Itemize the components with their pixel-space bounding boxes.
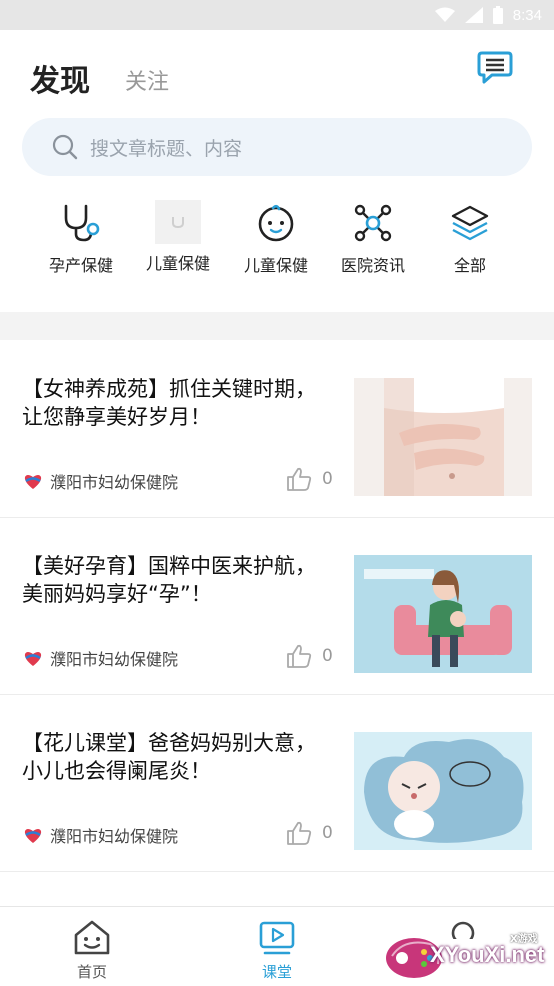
category-label: 孕产保健 (48, 256, 113, 275)
source-name: 濮阳市妇幼保健院 (50, 473, 179, 492)
article-title: 【美好孕育】国粹中医来护航，美丽妈妈享好“孕”！ (22, 554, 316, 606)
article-source: 濮阳市妇幼保健院 (22, 646, 178, 670)
placeholder-image-icon (172, 217, 184, 229)
article-item[interactable]: 【花儿课堂】爸爸妈妈别大意，小儿也会得阑尾炎！ 濮阳市妇幼保健院 0 (0, 695, 554, 872)
category-label: 儿童保健 (243, 256, 308, 275)
home-face-icon (74, 920, 110, 955)
article-title: 【花儿课堂】爸爸妈妈别大意，小儿也会得阑尾炎！ (22, 731, 316, 783)
watermark-logo: XYouXi.net X游戏 (384, 928, 548, 980)
search-icon (52, 134, 78, 160)
status-time: 8:34 (512, 6, 542, 24)
category-label: 医院资讯 (340, 256, 405, 275)
section-divider (0, 312, 554, 340)
nav-classroom[interactable]: 课堂 (222, 919, 332, 982)
layers-icon (451, 205, 489, 241)
like-button[interactable]: 0 (286, 821, 333, 845)
watermark-small-text: X游戏 (510, 934, 538, 945)
source-name: 濮阳市妇幼保健院 (50, 650, 179, 669)
network-nodes-icon (354, 204, 392, 242)
nav-label: 首页 (76, 963, 107, 981)
crying-baby-illustration (354, 732, 532, 850)
nav-home[interactable]: 首页 (37, 919, 147, 982)
thumbs-up-icon (287, 467, 312, 491)
stethoscope-icon (64, 204, 100, 242)
category-child-health[interactable]: 儿童保健 (128, 200, 228, 290)
search-input[interactable]: 搜文章标题、内容 (22, 118, 532, 176)
like-count: 0 (322, 646, 333, 666)
category-row: 孕产保健 儿童保健 儿童保健 医院资讯 全部 (0, 200, 554, 290)
message-button[interactable] (476, 50, 514, 86)
category-all[interactable]: 全部 (420, 200, 520, 290)
header: 发现 关注 (0, 30, 554, 120)
thumbs-up-icon (287, 644, 312, 668)
article-thumbnail (354, 555, 532, 673)
article-source: 濮阳市妇幼保健院 (22, 469, 178, 493)
hospital-logo-icon (24, 829, 42, 843)
thumbs-up-icon (287, 821, 312, 845)
mother-baby-illustration (354, 555, 532, 673)
hospital-logo-icon (24, 475, 42, 489)
like-button[interactable]: 0 (286, 644, 333, 668)
belly-photo-image (354, 378, 532, 496)
category-maternity[interactable]: 孕产保健 (31, 200, 131, 290)
signal-icon (464, 7, 483, 23)
chat-bubble-icon (477, 51, 513, 84)
video-lesson-icon (259, 921, 295, 955)
category-label: 全部 (453, 256, 486, 275)
article-title: 【女神养成苑】抓住关键时期，让您静享美好岁月！ (22, 377, 316, 429)
wifi-icon (434, 7, 455, 22)
like-button[interactable]: 0 (286, 467, 333, 491)
tab-discover[interactable]: 发现 (30, 56, 90, 100)
nav-label: 课堂 (261, 963, 292, 981)
search-placeholder: 搜文章标题、内容 (90, 137, 243, 160)
category-child-health-2[interactable]: 儿童保健 (226, 200, 326, 290)
like-count: 0 (322, 469, 333, 489)
like-count: 0 (322, 823, 333, 843)
status-bar: 8:34 (0, 0, 554, 30)
hospital-logo-icon (24, 652, 42, 666)
article-item[interactable]: 【美好孕育】国粹中医来护航，美丽妈妈享好“孕”！ 濮阳市妇幼保健院 0 (0, 518, 554, 695)
article-thumbnail (354, 732, 532, 850)
article-item[interactable]: 【女神养成苑】抓住关键时期，让您静享美好岁月！ 濮阳市妇幼保健院 0 (0, 341, 554, 518)
watermark-text: XYouXi.net (430, 942, 545, 967)
article-source: 濮阳市妇幼保健院 (22, 823, 178, 847)
tab-follow[interactable]: 关注 (125, 64, 169, 96)
battery-icon (492, 6, 503, 24)
category-label: 儿童保健 (145, 254, 210, 273)
article-thumbnail (354, 378, 532, 496)
category-hospital-news[interactable]: 医院资讯 (323, 200, 423, 290)
baby-face-icon (258, 204, 294, 242)
source-name: 濮阳市妇幼保健院 (50, 827, 179, 846)
